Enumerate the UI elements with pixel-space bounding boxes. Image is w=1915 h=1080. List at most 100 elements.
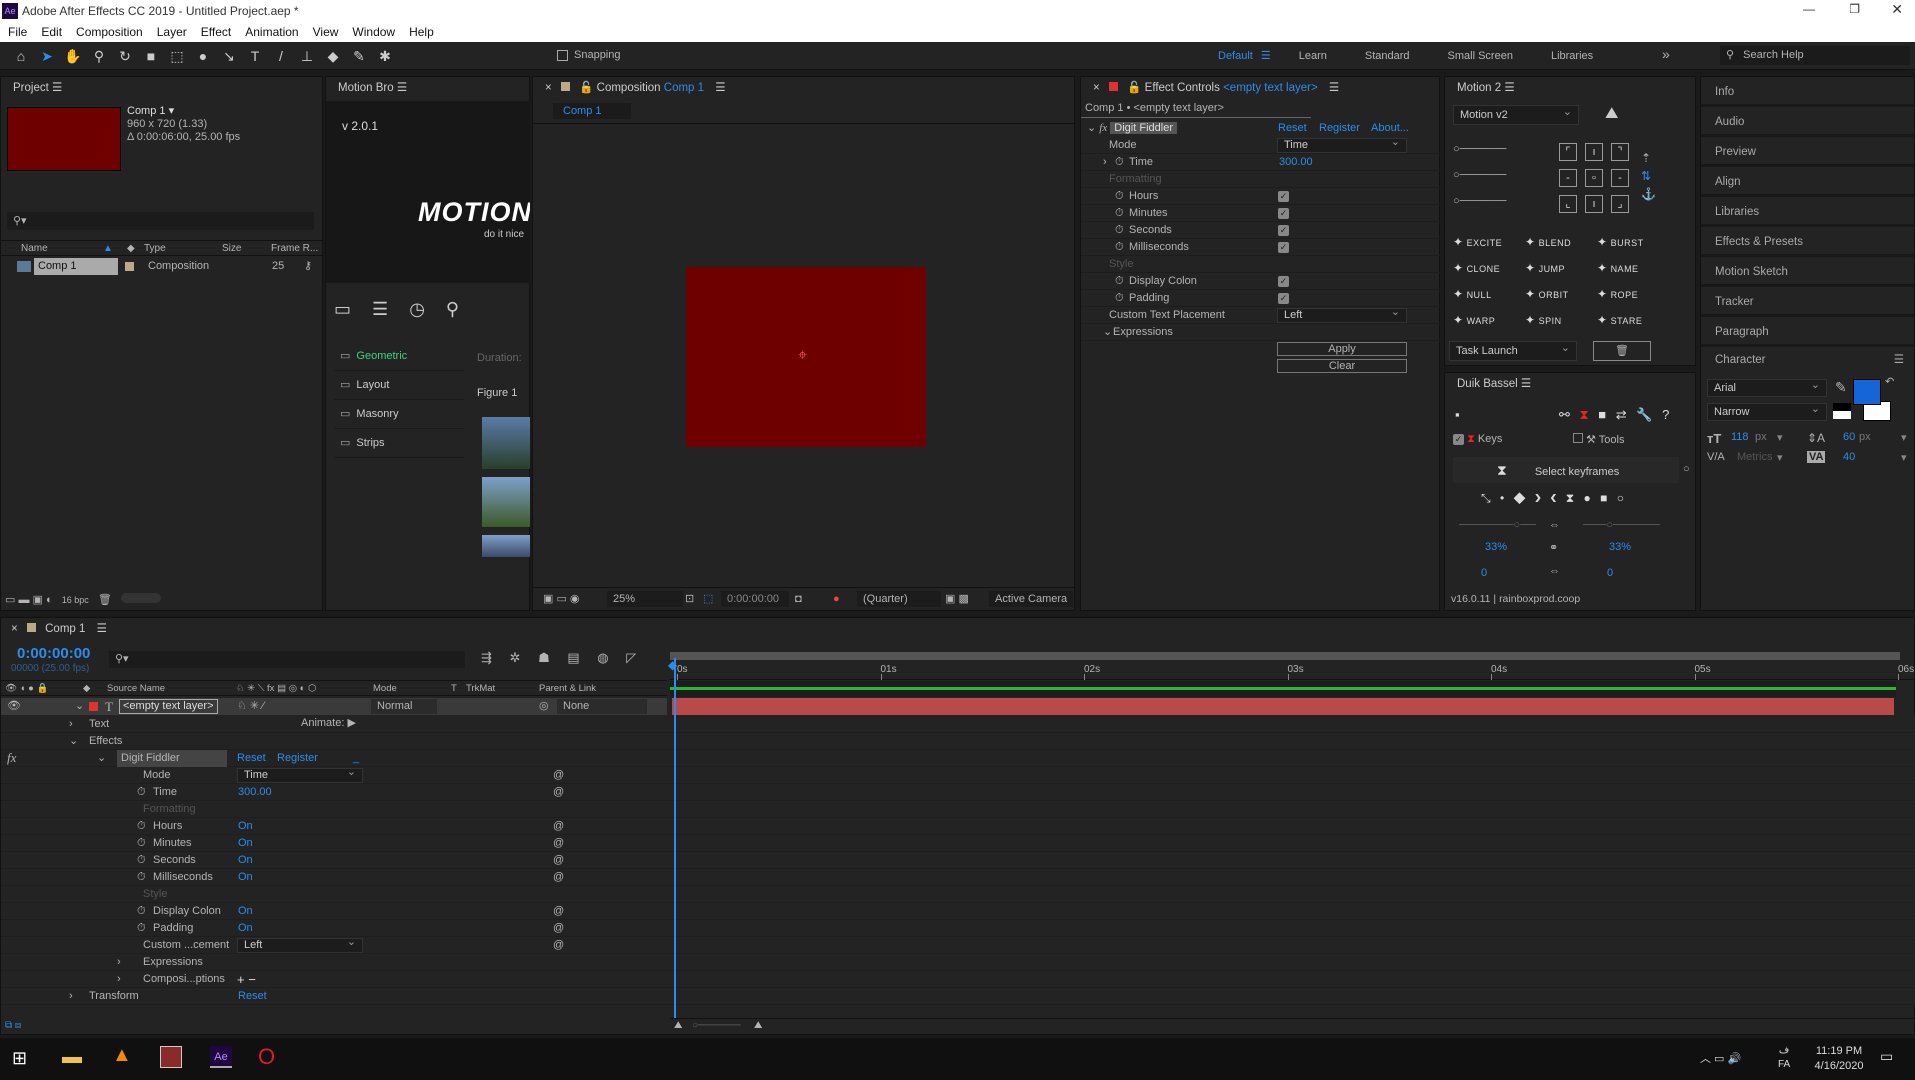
- property-checkbox[interactable]: ✓: [1278, 276, 1289, 287]
- anchor-point-button[interactable]: ▫: [1585, 169, 1603, 187]
- twirl-icon[interactable]: ⌄: [97, 750, 106, 767]
- stopwatch-icon[interactable]: ⏱: [137, 818, 146, 835]
- stopwatch-icon[interactable]: ⏱: [1115, 239, 1124, 256]
- leading-value[interactable]: 60: [1843, 431, 1855, 443]
- shy-switch-icon[interactable]: ♘ ✳ ⁄: [237, 698, 264, 715]
- character-panel-header[interactable]: Character ☰: [1701, 345, 1914, 375]
- channel-icon[interactable]: ●: [833, 588, 840, 610]
- clock[interactable]: 11:19 PM 4/16/2020: [1804, 1044, 1874, 1074]
- item-name[interactable]: Comp 1: [34, 258, 118, 275]
- notifications-icon[interactable]: ▭: [1880, 1048, 1893, 1065]
- preset-thumbnail[interactable]: [482, 477, 530, 527]
- twirl-icon[interactable]: ⌄: [1087, 122, 1096, 134]
- comp-canvas[interactable]: ⌖: [686, 267, 926, 447]
- twirl-icon[interactable]: ⌄: [69, 733, 78, 750]
- rope-button[interactable]: ✦ ROPE: [1597, 287, 1638, 301]
- excite-button[interactable]: ✦ EXCITE: [1453, 235, 1502, 249]
- pan-behind-icon[interactable]: ⬚: [166, 45, 188, 67]
- settings-sliders-icon[interactable]: ☰: [372, 299, 388, 319]
- ellipse-tool-icon[interactable]: ●: [192, 45, 214, 67]
- vlc-icon[interactable]: ▲: [112, 1044, 132, 1067]
- jump-button[interactable]: ✦ JUMP: [1525, 261, 1565, 275]
- link-speed-icon[interactable]: ⇔: [1549, 565, 1560, 577]
- camera-dropdown[interactable]: Active Camera: [989, 591, 1073, 607]
- layer-name[interactable]: <empty text layer>: [119, 699, 218, 714]
- playhead[interactable]: [674, 658, 676, 1018]
- workspace-small-screen[interactable]: Small Screen: [1448, 50, 1513, 62]
- category-layout[interactable]: ▭ Layout: [334, 371, 464, 400]
- magnification-dropdown[interactable]: 25%: [607, 591, 683, 607]
- register-link[interactable]: Register: [1319, 122, 1360, 134]
- column-mode[interactable]: Mode: [373, 681, 397, 696]
- after-effects-taskbar-icon[interactable]: Ae: [210, 1046, 232, 1068]
- property-value[interactable]: On: [238, 920, 253, 937]
- eyedropper-icon[interactable]: ✎: [1835, 379, 1847, 396]
- stopwatch-icon[interactable]: ⏱: [1115, 273, 1124, 290]
- property-value[interactable]: On: [238, 903, 253, 920]
- zoom-out-icon[interactable]: ⛰: [674, 1019, 682, 1033]
- fast-previews-icon[interactable]: ▣ ▩: [945, 588, 969, 610]
- column-frame-rate[interactable]: Frame R...: [271, 241, 318, 256]
- layer-duration-bar[interactable]: [672, 698, 1894, 715]
- expression-pickwhip-icon[interactable]: @: [553, 920, 564, 937]
- dropdown-arrow[interactable]: ▾: [1901, 431, 1907, 444]
- name-button[interactable]: ✦ NAME: [1597, 261, 1639, 275]
- lock-icon[interactable]: 🔓: [1127, 82, 1141, 94]
- expression-pickwhip-icon[interactable]: @: [553, 767, 564, 784]
- workspace-libraries[interactable]: Libraries: [1551, 50, 1593, 62]
- anchor-point-icon[interactable]: ⌖: [798, 347, 807, 365]
- panel-menu-icon[interactable]: ☰: [1894, 345, 1904, 375]
- stopwatch-icon[interactable]: ⏱: [137, 869, 146, 886]
- property-value[interactable]: On: [238, 835, 253, 852]
- influence-slider-right[interactable]: ───○──────: [1583, 519, 1660, 531]
- property-dropdown[interactable]: Time: [237, 766, 363, 783]
- pen-tool-icon[interactable]: ↘: [218, 45, 240, 67]
- minimize-button[interactable]: —: [1803, 2, 1815, 16]
- auto-icon[interactable]: ○: [1617, 491, 1624, 505]
- anchor-point-button[interactable]: -: [1611, 169, 1629, 187]
- stopwatch-icon[interactable]: ⏱: [137, 903, 146, 920]
- project-settings-icon[interactable]: ◐: [46, 594, 53, 606]
- stopwatch-icon[interactable]: ⏱: [1115, 154, 1124, 171]
- windows-start-icon[interactable]: ⊞: [12, 1048, 27, 1069]
- zoom-in-icon[interactable]: ⛰: [754, 1019, 762, 1033]
- speed-left-value[interactable]: 0: [1481, 567, 1487, 579]
- influence-right-value[interactable]: 33%: [1609, 541, 1631, 553]
- roto-brush-icon[interactable]: ✎: [348, 45, 370, 67]
- panel-menu-icon[interactable]: ☰: [97, 623, 107, 635]
- panel-effects-presets[interactable]: Effects & Presets: [1701, 227, 1914, 257]
- property-checkbox[interactable]: ✓: [1278, 242, 1289, 253]
- anchor-point-button[interactable]: ı: [1585, 143, 1603, 161]
- search-help-field[interactable]: ⚲ Search Help: [1720, 46, 1910, 65]
- hold-icon[interactable]: ⧗: [1566, 491, 1574, 505]
- panel-menu-icon[interactable]: ☰: [1521, 378, 1531, 390]
- fx-icon[interactable]: fx: [1099, 122, 1107, 134]
- blend-mode-dropdown[interactable]: Normal: [371, 699, 437, 714]
- preset-thumbnail[interactable]: [482, 417, 530, 469]
- expression-pickwhip-icon[interactable]: @: [553, 818, 564, 835]
- column-size[interactable]: Size: [222, 241, 241, 256]
- property-dropdown[interactable]: Time: [1277, 136, 1407, 153]
- mountains-icon[interactable]: ⛰: [1605, 105, 1618, 123]
- pick-whip-icon[interactable]: ◎: [539, 698, 549, 715]
- preview-icon[interactable]: ▣ ▭ ◉: [543, 588, 580, 610]
- link-horizontal-icon[interactable]: ⇔: [1549, 519, 1560, 531]
- work-area-bar[interactable]: [670, 652, 1900, 660]
- effect-link[interactable]: _: [353, 750, 359, 767]
- stopwatch-icon[interactable]: ⏱: [1115, 222, 1124, 239]
- expression-pickwhip-icon[interactable]: @: [553, 852, 564, 869]
- anchor-point-button[interactable]: ⌝: [1611, 143, 1629, 161]
- property-dropdown[interactable]: Left: [1277, 306, 1407, 323]
- twirl-icon[interactable]: ›: [117, 954, 121, 971]
- more-workspaces-icon[interactable]: »: [1662, 46, 1670, 62]
- fill-color-swatch[interactable]: [1853, 379, 1881, 405]
- layer-row[interactable]: 👁 ⌄ T <empty text layer> ♘ ✳ ⁄ Normal ◎ …: [1, 698, 667, 715]
- null-button[interactable]: ✦ NULL: [1453, 287, 1492, 301]
- anchor-point-button[interactable]: ı: [1585, 195, 1603, 213]
- category-masonry[interactable]: ▭ Masonry: [334, 400, 464, 429]
- stopwatch-icon[interactable]: ⏱: [137, 920, 146, 937]
- panel-menu-icon[interactable]: ☰: [52, 82, 62, 94]
- anchor-point-button[interactable]: ⌟: [1611, 195, 1629, 213]
- stare-button[interactable]: ✦ STARE: [1597, 313, 1642, 327]
- column-source-name[interactable]: Source Name: [107, 681, 165, 696]
